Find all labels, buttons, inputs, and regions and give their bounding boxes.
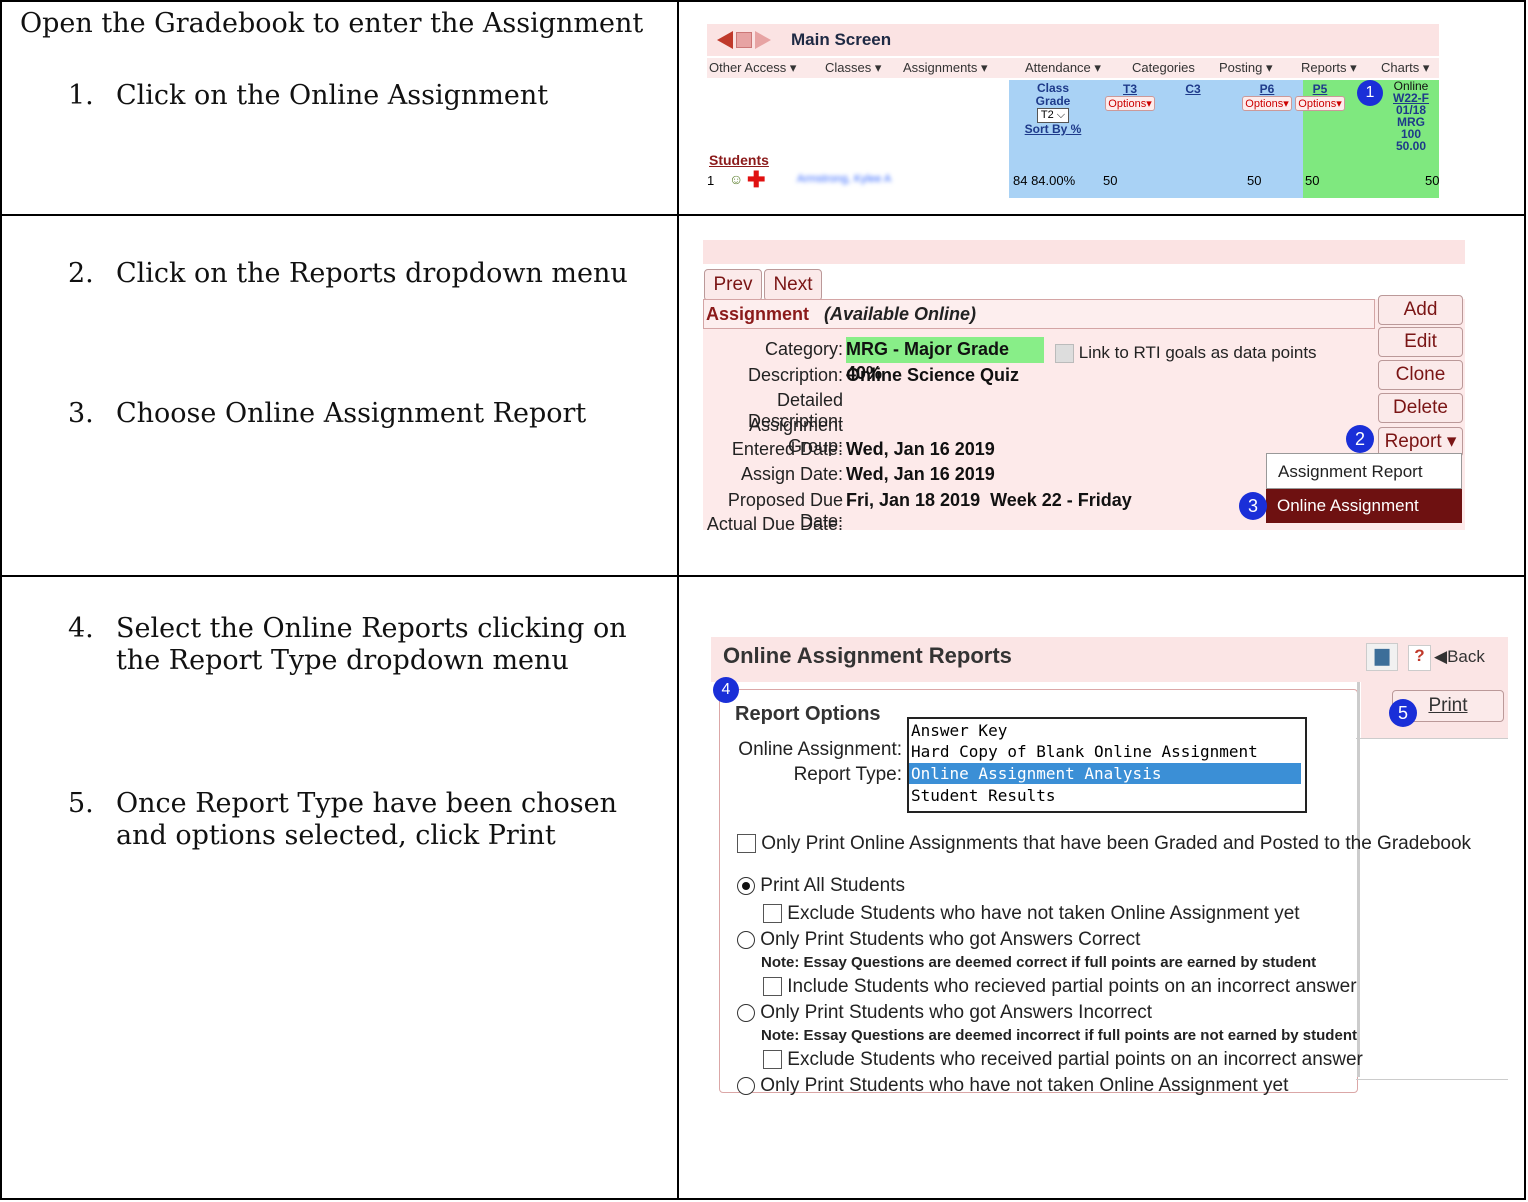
- student-name[interactable]: Armstrong, Kylee A: [797, 173, 891, 185]
- title-bar: Main Screen: [707, 24, 1439, 56]
- step-3: 3. Choose Online Assignment Report: [68, 398, 587, 429]
- menu-square-icon[interactable]: [736, 32, 752, 48]
- menu-bar: Other Access ▾ Classes ▾ Assignments ▾ A…: [707, 58, 1439, 78]
- only-not-taken-option[interactable]: Only Print Students who have not taken O…: [737, 1075, 1288, 1097]
- description-label: Description:: [747, 365, 843, 385]
- next-button[interactable]: Next: [764, 269, 822, 301]
- student-photo-icon[interactable]: ☺: [729, 171, 743, 187]
- category-value: MRG - Major Grade 40%: [846, 337, 1044, 383]
- rti-link-option[interactable]: Link to RTI goals as data points: [1055, 343, 1317, 364]
- step-2: 2. Click on the Reports dropdown menu: [68, 258, 628, 289]
- online-assignment-column[interactable]: Online W22-F 01/18 MRG 100 50.00: [1383, 80, 1439, 152]
- panel-header-strip: [703, 240, 1465, 264]
- menu-charts[interactable]: Charts ▾: [1381, 60, 1429, 76]
- student-grade: 84 84.00%: [1013, 173, 1076, 188]
- options-button[interactable]: Options▾: [1105, 96, 1155, 111]
- printer-icon[interactable]: ▆: [1366, 643, 1398, 671]
- menu-categories[interactable]: Categories: [1132, 60, 1195, 75]
- intro-text: Open the Gradebook to enter the Assignme…: [20, 8, 644, 39]
- assignment-header: Assignment (Available Online): [703, 299, 1375, 329]
- list-option-student-results[interactable]: Student Results: [911, 785, 1056, 806]
- menu-other-access[interactable]: Other Access ▾: [709, 60, 796, 76]
- add-button[interactable]: Add: [1378, 295, 1463, 325]
- assign-date-value: Wed, Jan 16 2019: [846, 464, 995, 484]
- step-badge-3: 3: [1239, 492, 1267, 520]
- row-number: 1: [707, 173, 715, 188]
- report-type-label: Report Type:: [793, 764, 902, 785]
- online-reports-panel: Online Assignment Reports ▆ ? ◀Back Prin…: [711, 637, 1508, 1101]
- forward-arrow-icon[interactable]: [755, 31, 771, 49]
- only-correct-option[interactable]: Only Print Students who got Answers Corr…: [737, 929, 1140, 951]
- step-1: 1. Click on the Online Assignment: [68, 80, 549, 111]
- main-screen-title: Main Screen: [791, 30, 892, 49]
- row-divider: [0, 575, 1526, 577]
- description-value: Online Science Quiz: [846, 365, 1020, 385]
- menu-item-online-assignment-reports[interactable]: Online Assignment Reports: [1266, 489, 1462, 523]
- medical-alert-icon[interactable]: ✚: [747, 167, 765, 193]
- score-p6[interactable]: 50: [1247, 173, 1261, 188]
- note-incorrect: Note: Essay Questions are deemed incorre…: [761, 1027, 1357, 1044]
- online-assignment-label: Online Assignment:: [738, 739, 902, 760]
- note-correct: Note: Essay Questions are deemed correct…: [761, 954, 1317, 971]
- proposed-due-date-value: Fri, Jan 18 2019 Week 22 - Friday: [846, 490, 1132, 510]
- entered-date-value: Wed, Jan 16 2019: [846, 439, 995, 459]
- report-type-listbox[interactable]: Answer Key Hard Copy of Blank Online Ass…: [907, 717, 1307, 813]
- list-option-analysis-selected[interactable]: Online Assignment Analysis: [909, 763, 1301, 784]
- step-badge-1: 1: [1357, 80, 1383, 106]
- exclude-not-taken-option[interactable]: Exclude Students who have not taken Onli…: [763, 903, 1300, 925]
- score-online[interactable]: 50: [1425, 173, 1439, 188]
- exclude-partial-option[interactable]: Exclude Students who received partial po…: [763, 1049, 1363, 1071]
- menu-posting[interactable]: Posting ▾: [1219, 60, 1273, 76]
- step-badge-4: 4: [713, 677, 739, 703]
- help-icon[interactable]: ?: [1408, 645, 1431, 671]
- score-t3[interactable]: 50: [1103, 173, 1117, 188]
- reports-title-bar: Online Assignment Reports ▆ ? ◀Back: [711, 637, 1508, 682]
- only-graded-option[interactable]: Only Print Online Assignments that have …: [737, 833, 1471, 855]
- sidebar-panel: [1356, 738, 1508, 1080]
- assign-date-label: Assign Date:: [740, 464, 843, 484]
- clone-button[interactable]: Clone: [1378, 360, 1463, 390]
- student-row: 1 ☺ ✚ Armstrong, Kylee A 84 84.00% 50 50…: [707, 167, 1439, 198]
- sort-by-percent-link[interactable]: Sort By %: [1009, 123, 1097, 136]
- step-5: 5. Once Report Type have been chosen and …: [68, 788, 618, 851]
- options-button[interactable]: Options▾: [1295, 96, 1345, 111]
- menu-attendance[interactable]: Attendance ▾: [1025, 60, 1101, 76]
- column-c3[interactable]: C3: [1163, 82, 1223, 96]
- entered-date-label: Entered Date:: [731, 439, 843, 459]
- back-link[interactable]: ◀Back: [1434, 647, 1485, 667]
- options-button[interactable]: Options▾: [1242, 96, 1292, 111]
- step-badge-2: 2: [1346, 425, 1374, 453]
- row-divider: [0, 214, 1526, 216]
- actual-due-date-label: Actual Due Date:: [706, 514, 843, 530]
- menu-classes[interactable]: Classes ▾: [825, 60, 881, 76]
- main-screen-panel: Main Screen Other Access ▾ Classes ▾ Ass…: [707, 24, 1439, 198]
- assignment-panel: Prev Next Assignment (Available Online) …: [703, 240, 1465, 530]
- reports-title: Online Assignment Reports: [723, 643, 1012, 668]
- step-badge-5: 5: [1389, 699, 1417, 727]
- print-all-students-option[interactable]: Print All Students: [737, 875, 905, 897]
- report-options-heading: Report Options: [735, 703, 881, 725]
- only-incorrect-option[interactable]: Only Print Students who got Answers Inco…: [737, 1002, 1152, 1024]
- list-option-answer-key[interactable]: Answer Key: [911, 720, 1007, 741]
- class-grade-header: Class Grade T2 ⌵ Sort By %: [1009, 82, 1097, 136]
- term-select[interactable]: T2 ⌵: [1036, 108, 1070, 123]
- category-label: Category:: [764, 339, 843, 359]
- score-p5[interactable]: 50: [1305, 173, 1319, 188]
- menu-assignments[interactable]: Assignments ▾: [903, 60, 988, 76]
- include-partial-option[interactable]: Include Students who recieved partial po…: [763, 976, 1357, 998]
- edit-button[interactable]: Edit: [1378, 327, 1463, 357]
- prev-button[interactable]: Prev: [704, 269, 762, 301]
- list-option-hard-copy[interactable]: Hard Copy of Blank Online Assignment: [911, 741, 1258, 762]
- back-arrow-icon[interactable]: [717, 31, 733, 49]
- step-4: 4. Select the Online Reports clicking on …: [68, 613, 627, 676]
- column-p5[interactable]: P5 Options▾: [1289, 82, 1351, 111]
- students-header[interactable]: Students: [709, 152, 769, 168]
- menu-item-assignment-report[interactable]: Assignment Report: [1266, 453, 1462, 489]
- delete-button[interactable]: Delete: [1378, 393, 1463, 423]
- column-divider: [677, 0, 679, 1200]
- column-t3[interactable]: T3 Options▾: [1099, 82, 1161, 111]
- menu-reports[interactable]: Reports ▾: [1301, 60, 1357, 76]
